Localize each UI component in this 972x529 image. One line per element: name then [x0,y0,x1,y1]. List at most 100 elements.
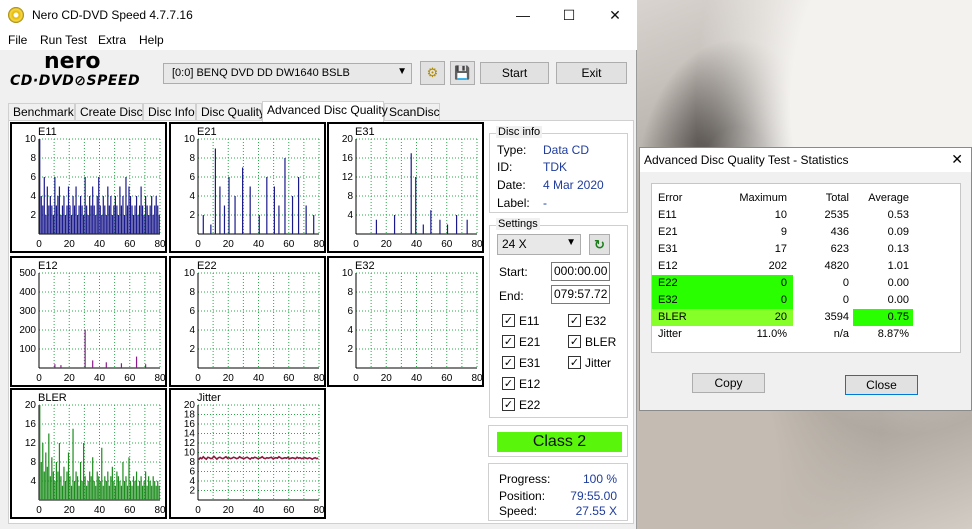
speed-select[interactable]: 24 X ▼ [497,234,581,255]
x-tick-label: 80 [154,239,165,250]
y-tick-label: 2 [189,210,195,221]
disc-type-row: Type: Data CD [497,143,589,157]
cd-app-icon [8,7,24,23]
x-tick-label: 60 [283,505,295,516]
checkbox-e22-label: E22 [519,398,541,412]
tab-disc-info[interactable]: Disc Info [143,103,196,121]
x-tick-label: 40 [94,239,106,250]
nero-logo: nero CD·DVD⊘SPEED [8,49,158,93]
menu-bar: File Run Test Extra Help [0,30,637,50]
tab-benchmark[interactable]: Benchmark [8,103,75,121]
save-button[interactable]: 💾 [450,61,475,85]
cell-maximum: 11.0% [756,328,787,340]
title-bar: Nero CD-DVD Speed 4.7.7.16 — ☐ ✕ [0,0,637,30]
speed-value: 27.55 X [575,504,617,518]
tab-advanced-disc-quality[interactable]: Advanced Disc Quality [262,101,388,122]
tab-create-disc[interactable]: Create Disc [75,103,143,121]
y-tick-label: 16 [184,419,196,430]
header-average: Average [868,192,909,204]
start-time-input[interactable]: 000:00.00 [551,262,610,281]
statistics-table: Error Maximum Total Average E11 10 2535 0.5… [651,183,961,353]
cell-total: 0 [842,294,849,306]
chart-title: E22 [197,260,217,272]
header-maximum: Maximum [739,192,787,204]
check-icon: ✓ [568,314,581,327]
chart-svg: E22 0 20 40 60 80 2 4 6 8 10 [184,260,324,384]
y-tick-label: 4 [347,325,353,336]
menu-run-test[interactable]: Run Test [40,33,87,47]
cell-total: 623 [830,243,849,255]
exit-button[interactable]: Exit [556,62,627,84]
x-tick-label: 40 [411,373,423,384]
speed-label: Speed: [499,504,538,518]
drive-info-button[interactable]: ⚙ [420,61,445,85]
x-tick-label: 20 [381,373,393,384]
start-button[interactable]: Start [480,62,549,84]
x-tick-label: 20 [64,373,76,384]
menu-help[interactable]: Help [139,33,164,47]
refresh-icon: ↻ [594,237,605,252]
checkbox-e32-label: E32 [585,314,607,328]
progress-label: Progress: [499,472,551,486]
menu-extra[interactable]: Extra [98,33,126,47]
y-tick-label: 16 [342,153,354,164]
cell-error: E31 [658,243,678,255]
disc-id-row: ID: TDK [497,160,567,174]
x-tick-label: 0 [195,505,201,516]
tab-scandisc[interactable]: ScanDisc [384,103,440,121]
progress-value: 100 % [582,472,617,486]
checkbox-e11-label: E11 [519,314,540,328]
drive-select-value: [0:0] BENQ DVD DD DW1640 BSLB [172,67,350,79]
x-tick-label: 80 [313,239,324,250]
disc-info-legend: Disc info [496,126,543,138]
x-tick-label: 40 [411,239,423,250]
x-tick-label: 20 [64,505,76,516]
minimize-button[interactable]: — [500,0,546,30]
x-tick-label: 60 [441,373,453,384]
y-tick-label: 8 [189,457,195,468]
settings-legend: Settings [496,218,540,230]
y-tick-label: 6 [30,172,36,183]
cell-total: n/a [833,328,849,340]
y-tick-label: 14 [184,429,196,440]
x-tick-label: 60 [124,373,136,384]
y-tick-label: 200 [19,325,36,336]
dialog-close-icon[interactable]: ✕ [951,151,963,168]
close-dialog-button[interactable]: Close [845,375,918,395]
y-tick-label: 2 [30,210,36,221]
y-tick-label: 20 [25,400,37,411]
y-tick-label: 6 [189,306,195,317]
y-tick-label: 2 [189,344,195,355]
graph-e21: E21 0 20 40 60 80 2 4 6 8 10 [169,122,326,253]
chevron-down-icon: ▼ [397,66,407,77]
maximize-button[interactable]: ☐ [546,0,592,30]
refresh-speed-button[interactable]: ↻ [589,234,610,255]
cell-maximum: 0 [780,294,787,306]
end-time-input[interactable]: 079:57.72 [551,285,610,304]
y-tick-label: 4 [30,476,36,487]
disc-date-value: 4 Mar 2020 [543,178,604,192]
chart-title: Jitter [197,392,221,404]
class-indicator: Class 2 [497,432,622,452]
x-tick-label: 40 [253,373,265,384]
cell-error: E22 [658,277,678,289]
disc-label-label: Label: [497,196,530,210]
y-tick-label: 8 [347,287,353,298]
checkbox-jitter-label: Jitter [585,356,612,370]
disc-id-value: TDK [543,160,567,174]
y-tick-label: 500 [19,268,36,279]
end-label: End: [499,289,524,303]
position-value: 79:55.00 [570,489,617,503]
drive-select[interactable]: [0:0] BENQ DVD DD DW1640 BSLB ▼ [163,63,412,84]
y-tick-label: 8 [347,191,353,202]
checkbox-e21-label: E21 [519,335,541,349]
cell-error: E21 [658,226,678,238]
close-button[interactable]: ✕ [592,0,638,30]
x-tick-label: 0 [36,373,42,384]
cell-error: BLER [658,311,687,323]
start-label: Start: [499,265,528,279]
copy-button[interactable]: Copy [692,373,765,393]
disc-date-row: Date: 4 Mar 2020 [497,178,604,192]
tab-disc-quality[interactable]: Disc Quality [196,103,265,121]
menu-file[interactable]: File [8,33,27,47]
